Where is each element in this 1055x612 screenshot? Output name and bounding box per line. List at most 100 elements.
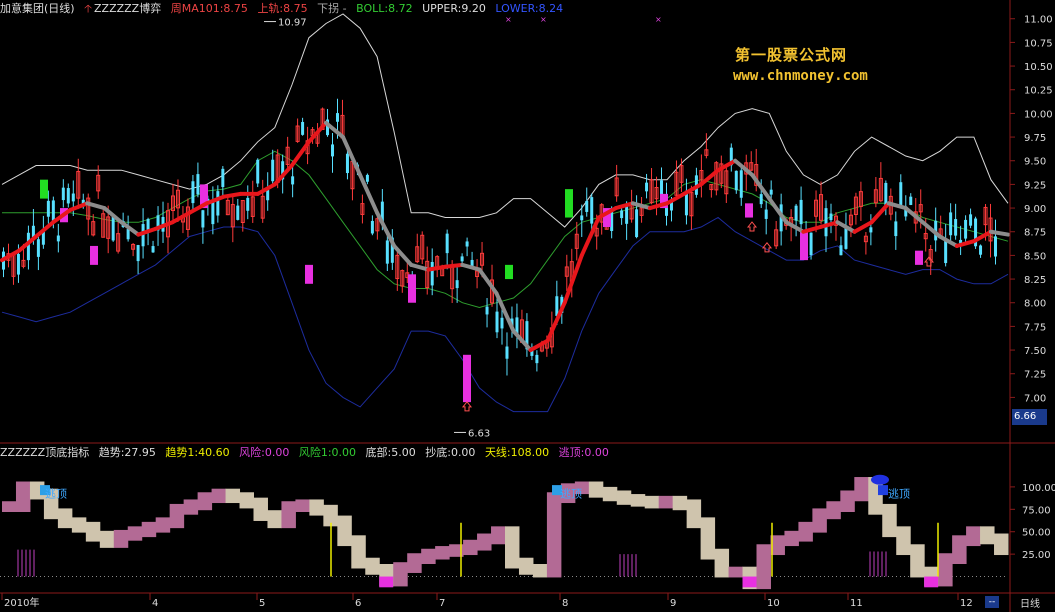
indicator-bar: [644, 495, 660, 509]
signal-block: [305, 264, 313, 284]
signal-block: [505, 264, 513, 280]
indicator-bar: [980, 526, 995, 545]
candle-down: [759, 194, 763, 205]
sky-value: 天线:108.00: [484, 446, 550, 459]
period-label[interactable]: 日线: [1020, 595, 1040, 610]
indicator-name: ZZZZZZ博弈: [94, 2, 162, 15]
y-tick-label: 9.75: [1024, 133, 1046, 144]
lower-turn-label: 下拐 -: [317, 2, 347, 15]
candle-down: [46, 200, 50, 217]
candle-down: [899, 182, 903, 206]
x-tick-label: 10: [767, 598, 780, 609]
x-tick-label: 9: [670, 598, 676, 609]
indicator-bar: [630, 494, 646, 507]
ma-segment: [136, 226, 158, 237]
x-tick-label: 2010年: [4, 596, 39, 609]
ma-segment: [988, 229, 1010, 237]
indicator-bar: [491, 526, 506, 545]
candle-down: [809, 232, 813, 256]
scroll-box[interactable]: --: [985, 596, 999, 608]
x-tick-label: 8: [562, 598, 568, 609]
candle-down: [764, 209, 768, 219]
ma-segment: [341, 135, 363, 177]
candle-down: [799, 199, 803, 225]
upper-value: UPPER:9.20: [422, 2, 486, 15]
ma-segment: [375, 210, 397, 248]
ma-segment: [818, 220, 840, 229]
indicator-bar: [784, 530, 799, 547]
indicator-bar: [728, 566, 744, 578]
peak-dot: [871, 474, 889, 485]
indicator-bar: [337, 515, 352, 547]
ma-value: 周MA101:8.75: [170, 2, 248, 15]
up-arrow-icon: 🡡: [84, 2, 92, 15]
ma-segment: [119, 220, 141, 237]
y-tick-label: 8.25: [1024, 275, 1046, 286]
top-x-marker: ×: [505, 15, 512, 24]
y-tick-label: 7.00: [1024, 393, 1046, 404]
indicator-bar: [239, 492, 254, 509]
candle-down: [794, 205, 798, 221]
x-tick-label: 6: [355, 598, 361, 609]
indicator-bar: [966, 526, 981, 547]
risk1-value: 风险1:0.00: [298, 446, 357, 459]
candle-down: [256, 159, 260, 184]
indicator-bar: [477, 533, 492, 551]
y-tick-label: 11.00: [1024, 15, 1053, 26]
chart-canvas: × × × 10.97 6.63 逃顶 逃顶 逃顶 11.00 10.75 10.50 10.2…: [0, 0, 1055, 612]
candle-down: [455, 280, 459, 289]
x-tick-label: 5: [259, 598, 265, 609]
ind-y-tick-label: 50.00: [1022, 528, 1051, 539]
current-price-box: 6.66: [1012, 409, 1047, 425]
candle-down: [221, 168, 225, 188]
candle-down: [824, 208, 828, 237]
x-tick-label: 12: [960, 598, 973, 609]
candle-down: [365, 174, 369, 182]
indicator-bar: [994, 533, 1009, 556]
candle-down: [191, 181, 195, 204]
top-x-marker: ×: [540, 15, 547, 24]
indicator-bar: [658, 495, 674, 509]
candle-down: [16, 253, 20, 275]
candle-down: [430, 261, 434, 286]
candle-down: [345, 153, 349, 174]
indicator-bar: [281, 501, 296, 529]
boll-value: BOLL:8.72: [356, 2, 413, 15]
candle-down: [535, 354, 539, 364]
candle-down: [246, 197, 250, 211]
indicator-bar: [351, 535, 366, 569]
indicator-bar: [952, 535, 967, 564]
indicator-bar: [910, 544, 925, 578]
candle-down: [635, 209, 639, 238]
candle-down: [734, 170, 738, 191]
indicator-bar: [602, 486, 618, 502]
signal-block: [90, 245, 98, 265]
indicator-bar: [253, 497, 268, 521]
y-tick-label: 9.25: [1024, 180, 1046, 191]
candle-down: [590, 197, 594, 224]
y-tick-label: 10.50: [1024, 62, 1053, 73]
candle-down: [839, 245, 843, 256]
ind-y-tick-label: 75.00: [1022, 505, 1051, 516]
x-tick-label: 11: [850, 598, 863, 609]
candle-down: [580, 215, 584, 221]
indicator-bar: [826, 501, 841, 520]
trend-value: 趋势:27.95: [98, 446, 156, 459]
indicator-bar: [616, 490, 632, 505]
escape-value: 逃顶:0.00: [558, 446, 609, 459]
candle-down: [201, 210, 205, 228]
candle-down: [385, 240, 389, 264]
candle-down: [136, 245, 140, 262]
lower-value: LOWER:8.24: [495, 2, 564, 15]
y-tick-label: 8.50: [1024, 251, 1046, 262]
escape-label: 逃顶: [45, 488, 67, 501]
y-tick-label: 7.25: [1024, 370, 1046, 381]
indicator-bar: [532, 564, 548, 578]
indicator-bar: [714, 548, 730, 578]
candle-down: [465, 241, 469, 247]
extreme-label: 10.97: [278, 18, 307, 29]
candle-down: [271, 159, 275, 182]
bottom-zone: [379, 576, 394, 588]
indicator-bar: [113, 529, 129, 548]
candle-down: [146, 219, 150, 231]
